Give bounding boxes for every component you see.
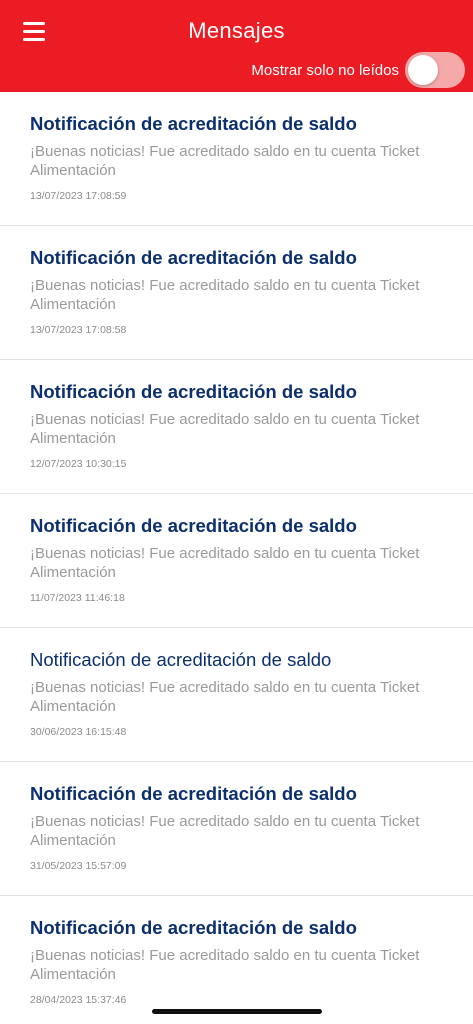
message-list: Notificación de acreditación de saldo ¡B… [0,92,473,1024]
message-title: Notificación de acreditación de saldo [30,783,357,804]
message-title: Notificación de acreditación de saldo [30,247,357,268]
message-body: ¡Buenas noticias! Fue acreditado saldo e… [30,813,420,849]
unread-filter-toggle[interactable] [405,52,465,88]
message-item[interactable]: Notificación de acreditación de saldo ¡B… [0,762,473,896]
message-body: ¡Buenas noticias! Fue acreditado saldo e… [30,679,420,715]
message-date: 12/07/2023 10:30:15 [30,458,127,470]
message-body: ¡Buenas noticias! Fue acreditado saldo e… [30,277,420,313]
message-date: 11/07/2023 11:46:18 [30,592,125,604]
message-item[interactable]: Notificación de acreditación de saldo ¡B… [0,92,473,226]
page-title: Mensajes [188,18,285,43]
message-item[interactable]: Notificación de acreditación de saldo ¡B… [0,226,473,360]
message-date: 28/04/2023 15:37:46 [30,994,127,1006]
message-title: Notificación de acreditación de saldo [30,515,357,536]
home-indicator [152,1009,322,1014]
app-header: Mensajes Mostrar solo no leídos [0,0,473,92]
message-body: ¡Buenas noticias! Fue acreditado saldo e… [30,143,420,179]
toggle-knob [408,55,438,85]
messages-screen: Mensajes Mostrar solo no leídos Notifica… [0,0,473,1024]
message-body: ¡Buenas noticias! Fue acreditado saldo e… [30,947,420,983]
message-date: 30/06/2023 16:15:48 [30,726,127,738]
message-title: Notificación de acreditación de saldo [30,917,357,938]
message-body: ¡Buenas noticias! Fue acreditado saldo e… [30,545,420,581]
message-title: Notificación de acreditación de saldo [30,649,332,670]
message-title: Notificación de acreditación de saldo [30,113,357,134]
message-date: 13/07/2023 17:08:58 [30,324,127,336]
message-date: 13/07/2023 17:08:59 [30,190,127,202]
message-title: Notificación de acreditación de saldo [30,381,357,402]
message-body: ¡Buenas noticias! Fue acreditado saldo e… [30,411,420,447]
message-item[interactable]: Notificación de acreditación de saldo ¡B… [0,360,473,494]
message-date: 31/05/2023 15:57:09 [30,860,127,872]
unread-filter-label: Mostrar solo no leídos [251,61,399,79]
unread-filter: Mostrar solo no leídos [251,52,465,88]
message-item[interactable]: Notificación de acreditación de saldo ¡B… [0,896,473,1024]
message-item[interactable]: Notificación de acreditación de saldo ¡B… [0,494,473,628]
message-item[interactable]: Notificación de acreditación de saldo ¡B… [0,628,473,762]
